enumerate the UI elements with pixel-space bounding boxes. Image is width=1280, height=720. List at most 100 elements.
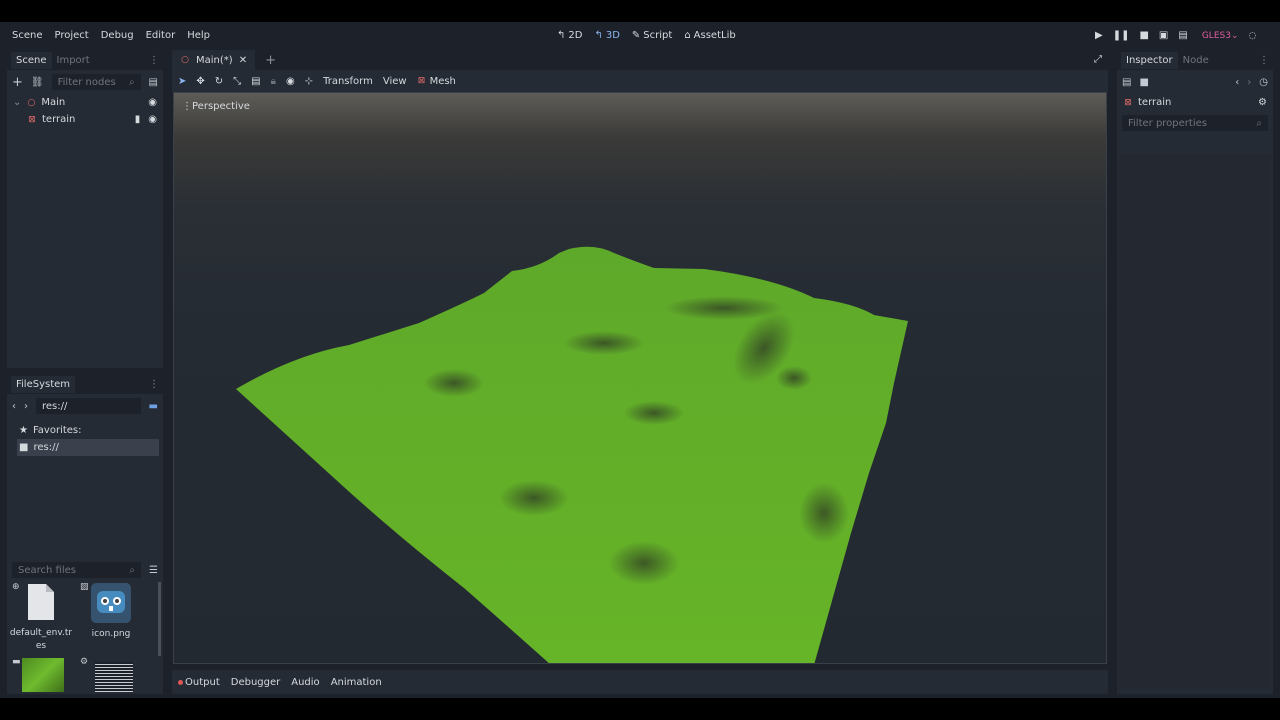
lock-icon[interactable]: 🔒︎ [271, 76, 276, 87]
visibility-eye-icon[interactable]: ◉ [148, 97, 157, 108]
error-dot-icon [178, 679, 183, 685]
object-tools-icon[interactable]: ⚙ [1258, 97, 1267, 108]
menu-dots-icon[interactable]: ⋮ [149, 55, 159, 66]
bottom-panel-tabs: Output Debugger Audio Animation [172, 670, 1108, 694]
add-tab-icon[interactable]: + [265, 53, 276, 68]
history-back-icon[interactable]: ‹ [1235, 77, 1239, 88]
move-tool-icon[interactable]: ✥ [196, 76, 204, 87]
stop-icon[interactable]: ■ [1139, 30, 1148, 41]
mode-script-label: Script [643, 30, 673, 41]
local-space-icon[interactable]: ⊹ [305, 76, 313, 87]
inspector-dock: Inspector Node ⋮ ▤ ■ ‹ › ◷ ⊠ terrain ⚙ F… [1117, 50, 1273, 694]
scene-dock-tabs: Scene Import ⋮ [7, 50, 163, 70]
play-custom-icon[interactable]: ▤ [1178, 30, 1187, 41]
gear-icon: ⚙ [80, 657, 89, 667]
filter-nodes-input[interactable]: Filter nodes ⌕ [51, 74, 141, 90]
path-field[interactable]: res:// [36, 398, 141, 414]
back-icon[interactable]: ‹ [12, 401, 16, 412]
script-icon: ✎ [631, 30, 641, 41]
spatial-node-icon: ○ [27, 97, 36, 108]
script-thumbnail[interactable] [95, 662, 133, 692]
play-scene-icon[interactable]: ▣ [1159, 30, 1168, 41]
close-icon[interactable]: ✕ [239, 55, 247, 66]
tab-scene[interactable]: Scene [11, 51, 52, 69]
tab-animation[interactable]: Animation [331, 677, 382, 688]
split-view-icon[interactable]: ▬ [149, 401, 158, 412]
tab-node[interactable]: Node [1178, 52, 1214, 69]
filesystem-toolbar: ‹ › res:// ▬ [7, 394, 163, 418]
search-icon: ⌕ [128, 76, 135, 88]
collapse-arrow-icon[interactable]: ⌄ [13, 97, 21, 108]
favorites-label: Favorites: [32, 425, 82, 436]
file-item-default-env[interactable]: default_env.tres [9, 582, 73, 653]
menu-help[interactable]: Help [187, 30, 210, 41]
history-forward-icon[interactable]: › [1247, 77, 1251, 88]
group-icon[interactable]: ◉ [286, 76, 295, 87]
menu-project[interactable]: Project [55, 30, 89, 41]
tab-debugger[interactable]: Debugger [231, 677, 281, 688]
search-files-input[interactable]: Search files ⌕ [12, 562, 142, 578]
add-node-icon[interactable]: + [12, 75, 23, 90]
open-folder-icon[interactable]: ■ [1139, 77, 1148, 88]
list-view-icon[interactable]: ☰ [149, 565, 158, 576]
mesh-menu[interactable]: ⊠ Mesh [417, 76, 456, 87]
tab-output[interactable]: Output [178, 677, 220, 688]
filter-properties-placeholder: Filter properties [1128, 117, 1207, 129]
res-folder-row[interactable]: ■ res:// [17, 439, 159, 456]
favorites-row[interactable]: ★ Favorites: [7, 422, 163, 439]
tab-import[interactable]: Import [52, 52, 95, 69]
renderer-select[interactable]: GLES3⌄ [1202, 31, 1239, 41]
scene-dock: Scene Import ⋮ + ⛓ Filter nodes ⌕ ▤ ⌄ ○ … [7, 50, 163, 368]
tab-audio[interactable]: Audio [291, 677, 319, 688]
scale-tool-icon[interactable]: ⤡ [233, 76, 241, 87]
tree-item-terrain-label: terrain [42, 114, 76, 125]
inspected-object-row[interactable]: ⊠ terrain ⚙ [1117, 94, 1273, 111]
visibility-eye-icon[interactable]: ◉ [148, 114, 157, 125]
menu-debug[interactable]: Debug [101, 30, 134, 41]
mode-2d-button[interactable]: ↰ 2D [557, 30, 582, 41]
main-menu: Scene Project Debug Editor Help [12, 30, 210, 41]
filter-properties-input[interactable]: Filter properties ⌕ [1122, 115, 1268, 131]
mode-script-button[interactable]: ✎ Script [632, 30, 672, 41]
file-item-icon-png[interactable]: icon.png [79, 582, 143, 639]
rotate-tool-icon[interactable]: ↻ [215, 76, 223, 87]
tab-main-label: Main(*) [196, 54, 233, 66]
tree-item-main[interactable]: ⌄ ○ Main ◉ [7, 94, 163, 111]
terrain-thumbnail[interactable] [22, 658, 64, 692]
scrollbar[interactable] [158, 582, 161, 656]
view-menu[interactable]: View [383, 76, 407, 87]
distraction-free-icon[interactable]: ⤢ [1094, 54, 1102, 65]
scene-tabs: ○ Main(*) ✕ + [172, 50, 276, 70]
tree-item-terrain[interactable]: ⊠ terrain ▮ ◉ [7, 111, 163, 128]
godot-logo-icon [91, 583, 131, 623]
menu-dots-icon[interactable]: ⋮ [149, 379, 159, 390]
link-icon[interactable]: ⛓ [31, 77, 44, 88]
new-resource-icon[interactable]: ▤ [1122, 77, 1131, 88]
list-select-icon[interactable]: ▤ [251, 76, 260, 87]
3d-viewport[interactable]: ⋮Perspective [173, 92, 1107, 664]
tab-filesystem[interactable]: FileSystem [11, 375, 76, 393]
menu-dots-icon[interactable]: ⋮ [1259, 55, 1269, 66]
spatial-node-icon: ○ [181, 55, 189, 65]
spinner-icon: ◌ [1248, 30, 1257, 41]
menu-editor[interactable]: Editor [146, 30, 176, 41]
forward-icon[interactable]: › [24, 401, 28, 412]
editor-window: Scene Project Debug Editor Help ↰ 2D ↰ 3D … [0, 22, 1280, 698]
pause-icon[interactable]: ❚❚ [1113, 30, 1130, 41]
transform-menu[interactable]: Transform [323, 76, 373, 87]
play-icon[interactable]: ▶ [1095, 30, 1103, 41]
viewport-toolbar: ➤ ✥ ↻ ⤡ ▤ 🔒︎ ◉ ⊹ Transform View ⊠ Mesh [172, 70, 1108, 92]
file-name: icon.png [91, 629, 131, 639]
tab-main[interactable]: ○ Main(*) ✕ [172, 50, 256, 70]
tab-inspector[interactable]: Inspector [1121, 51, 1178, 69]
script-attach-icon[interactable]: ▤ [149, 77, 158, 88]
history-icon[interactable]: ◷ [1259, 77, 1268, 88]
script-icon[interactable]: ▮ [135, 114, 141, 125]
mode-assetlib-button[interactable]: ⌂ AssetLib [684, 30, 735, 41]
select-tool-icon[interactable]: ➤ [178, 76, 186, 87]
menu-scene[interactable]: Scene [12, 30, 43, 41]
mode-3d-button[interactable]: ↰ 3D [594, 30, 619, 41]
inspector-filter-bar: Filter properties ⌕ [1117, 111, 1273, 135]
mesh-instance-icon: ⊠ [417, 75, 426, 86]
tree-item-main-label: Main [41, 97, 66, 108]
